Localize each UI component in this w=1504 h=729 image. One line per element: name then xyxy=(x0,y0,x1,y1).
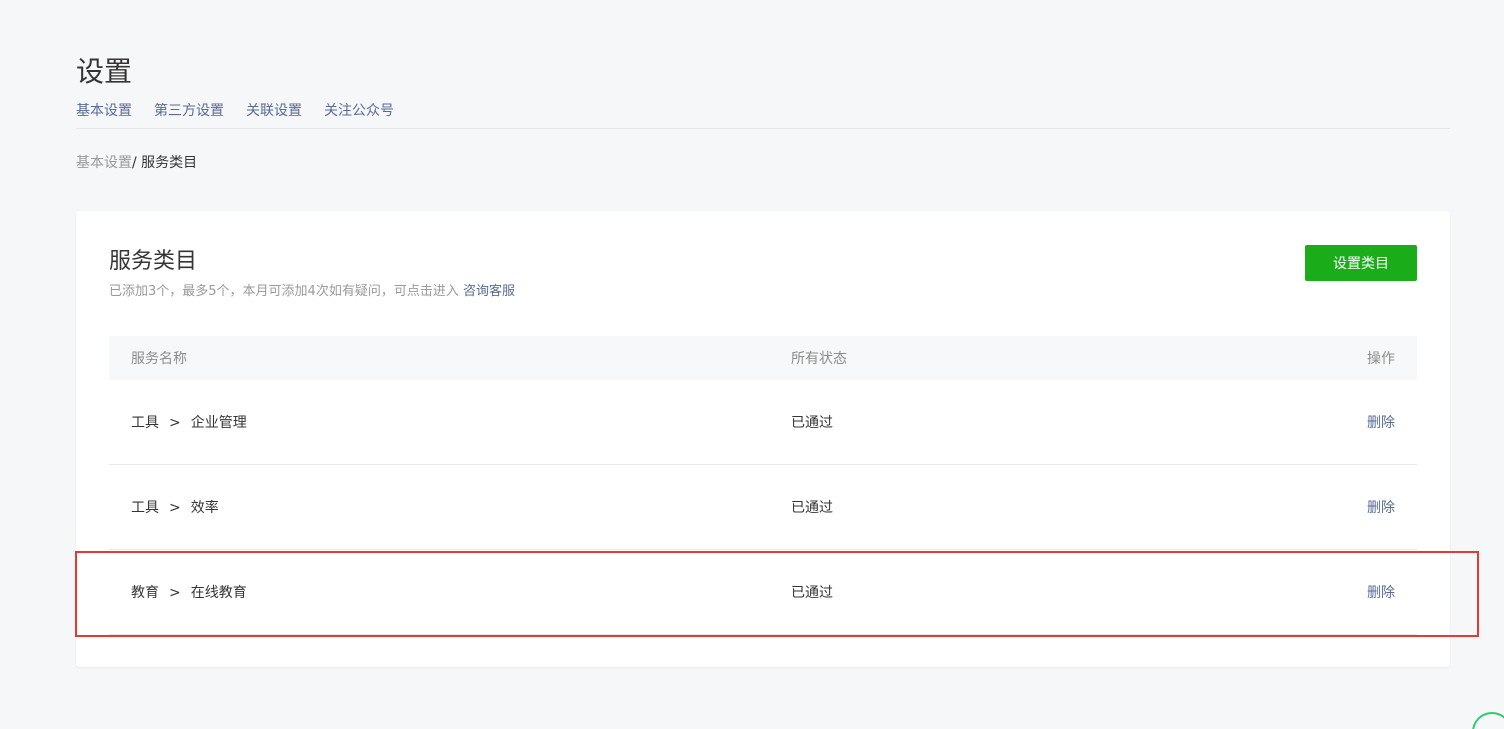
breadcrumb: 基本设置/ 服务类目 xyxy=(76,153,197,173)
table-row: 工具 > 企业管理 已通过 删除 xyxy=(109,380,1417,465)
action-cell: 删除 xyxy=(1317,497,1417,517)
service-name-cell: 工具 > 效率 xyxy=(109,497,791,517)
breadcrumb-separator: / xyxy=(132,155,142,171)
category-arrow: > xyxy=(169,500,181,516)
breadcrumb-current: 服务类目 xyxy=(141,155,198,171)
tab-basic-settings[interactable]: 基本设置 xyxy=(76,98,132,128)
settings-tabs: 基本设置 第三方设置 关联设置 关注公众号 xyxy=(76,98,1450,129)
header-status-filter[interactable]: 所有状态 xyxy=(791,348,1317,368)
settings-page: 设置 基本设置 第三方设置 关联设置 关注公众号 基本设置/ 服务类目 服务类目… xyxy=(0,0,1504,729)
tab-linked-settings[interactable]: 关联设置 xyxy=(246,98,302,128)
subcategory-label: 企业管理 xyxy=(190,415,247,431)
action-cell: 删除 xyxy=(1317,582,1417,602)
subcategory-label: 效率 xyxy=(190,500,219,516)
page-title: 设置 xyxy=(76,54,133,88)
header-service-name: 服务名称 xyxy=(131,351,187,367)
delete-link[interactable]: 删除 xyxy=(1367,585,1395,601)
tab-third-party-settings[interactable]: 第三方设置 xyxy=(154,98,224,128)
action-cell: 删除 xyxy=(1317,412,1417,432)
table-header: 服务名称 所有状态 操作 xyxy=(109,336,1417,380)
contact-support-link[interactable]: 咨询客服 xyxy=(463,284,515,299)
status-cell: 已通过 xyxy=(791,500,833,516)
subcategory-label: 在线教育 xyxy=(190,585,247,601)
section-title: 服务类目 xyxy=(109,249,198,274)
delete-link[interactable]: 删除 xyxy=(1367,415,1395,431)
section-description-text: 已添加3个，最多5个，本月可添加4次如有疑问，可点击进入 xyxy=(109,284,463,299)
delete-link[interactable]: 删除 xyxy=(1367,500,1395,516)
category-table: 服务名称 所有状态 操作 工具 > 企业管理 已通过 删除 工具 > 效率 已通过 删除… xyxy=(109,336,1417,635)
service-name-cell: 工具 > 企业管理 xyxy=(109,412,791,432)
category-label: 工具 xyxy=(131,500,159,516)
table-row: 工具 > 效率 已通过 删除 xyxy=(109,465,1417,550)
breadcrumb-parent-link[interactable]: 基本设置 xyxy=(76,155,132,171)
category-arrow: > xyxy=(169,585,181,601)
status-cell: 已通过 xyxy=(791,585,833,601)
tab-follow-official-account[interactable]: 关注公众号 xyxy=(324,98,394,128)
status-cell: 已通过 xyxy=(791,415,833,431)
service-category-card: 服务类目 已添加3个，最多5个，本月可添加4次如有疑问，可点击进入 咨询客服 设… xyxy=(76,211,1450,667)
set-category-button[interactable]: 设置类目 xyxy=(1305,245,1417,281)
header-action: 操作 xyxy=(1367,351,1395,367)
category-label: 教育 xyxy=(131,585,159,601)
section-description: 已添加3个，最多5个，本月可添加4次如有疑问，可点击进入 咨询客服 xyxy=(109,282,515,302)
category-arrow: > xyxy=(169,415,181,431)
service-name-cell: 教育 > 在线教育 xyxy=(109,582,791,602)
table-row: 教育 > 在线教育 已通过 删除 xyxy=(109,550,1417,635)
corner-circle-decoration xyxy=(1472,712,1504,729)
category-label: 工具 xyxy=(131,415,159,431)
